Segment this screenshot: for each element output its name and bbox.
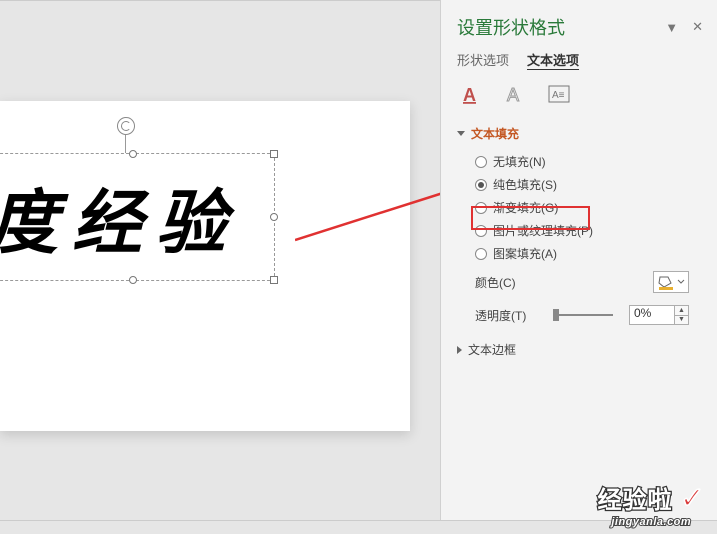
editor-canvas[interactable]: 度经验 bbox=[0, 0, 440, 520]
section-text-border: 文本边框 bbox=[441, 335, 717, 370]
transparency-label: 透明度(T) bbox=[475, 307, 545, 324]
svg-text:A: A bbox=[507, 85, 519, 105]
resize-handle-bm[interactable] bbox=[129, 276, 137, 284]
radio-label: 图案填充(A) bbox=[493, 245, 557, 262]
resize-handle-tr[interactable] bbox=[270, 150, 278, 158]
radio-icon bbox=[475, 179, 487, 191]
textbox-icon[interactable]: A≡ bbox=[545, 83, 573, 107]
spinner-up-icon[interactable]: ▲ bbox=[675, 306, 688, 316]
section-text-border-header[interactable]: 文本边框 bbox=[457, 341, 701, 358]
resize-handle-mr[interactable] bbox=[270, 213, 278, 221]
svg-text:A: A bbox=[463, 85, 476, 105]
section-text-fill-title: 文本填充 bbox=[471, 125, 519, 142]
resize-handle-tm[interactable] bbox=[129, 150, 137, 158]
text-effects-icon[interactable]: A bbox=[501, 83, 529, 107]
panel-close-icon[interactable]: ✕ bbox=[692, 19, 703, 35]
transparency-row: 透明度(T) 0% ▲ ▼ bbox=[457, 299, 701, 331]
tab-shape-options[interactable]: 形状选项 bbox=[457, 50, 509, 69]
panel-title: 设置形状格式 bbox=[457, 14, 665, 40]
text-fill-outline-icon[interactable]: A bbox=[457, 83, 485, 107]
radio-label: 无填充(N) bbox=[493, 153, 546, 170]
resize-handle-br[interactable] bbox=[270, 276, 278, 284]
textbox-content[interactable]: 度经验 bbox=[0, 167, 240, 268]
chevron-down-icon bbox=[677, 278, 685, 286]
radio-no-fill[interactable]: 无填充(N) bbox=[475, 150, 701, 173]
expand-icon bbox=[457, 131, 465, 136]
radio-solid-fill[interactable]: 纯色填充(S) bbox=[475, 173, 701, 196]
radio-pattern-fill[interactable]: 图案填充(A) bbox=[475, 242, 701, 265]
radio-icon bbox=[475, 156, 487, 168]
collapse-icon bbox=[457, 346, 462, 354]
rotate-connector bbox=[125, 135, 126, 153]
rotate-handle[interactable] bbox=[117, 117, 135, 135]
section-text-border-title: 文本边框 bbox=[468, 341, 516, 358]
color-picker-button[interactable] bbox=[653, 271, 689, 293]
fill-bucket-icon bbox=[657, 275, 673, 289]
section-text-fill-header[interactable]: 文本填充 bbox=[457, 125, 701, 142]
panel-tabs: 形状选项 文本选项 bbox=[441, 50, 717, 79]
panel-header: 设置形状格式 ▼ ✕ bbox=[441, 10, 717, 50]
transparency-input[interactable]: 0% bbox=[629, 305, 675, 325]
panel-menu-icon[interactable]: ▼ bbox=[665, 20, 678, 35]
color-label: 颜色(C) bbox=[475, 274, 545, 291]
radio-icon bbox=[475, 248, 487, 260]
format-shape-panel: 设置形状格式 ▼ ✕ 形状选项 文本选项 A A A≡ 文本填充 无填充(N) bbox=[440, 0, 717, 534]
radio-label: 纯色填充(S) bbox=[493, 176, 557, 193]
spinner-down-icon[interactable]: ▼ bbox=[675, 316, 688, 325]
status-strip bbox=[0, 520, 717, 534]
color-row: 颜色(C) bbox=[457, 265, 701, 299]
transparency-spinner[interactable]: ▲ ▼ bbox=[675, 305, 689, 325]
tab-text-options[interactable]: 文本选项 bbox=[527, 50, 579, 69]
format-icon-row: A A A≡ bbox=[441, 79, 717, 119]
annotation-highlight-box bbox=[471, 206, 590, 230]
svg-text:A≡: A≡ bbox=[552, 90, 565, 101]
transparency-slider[interactable] bbox=[553, 308, 613, 322]
